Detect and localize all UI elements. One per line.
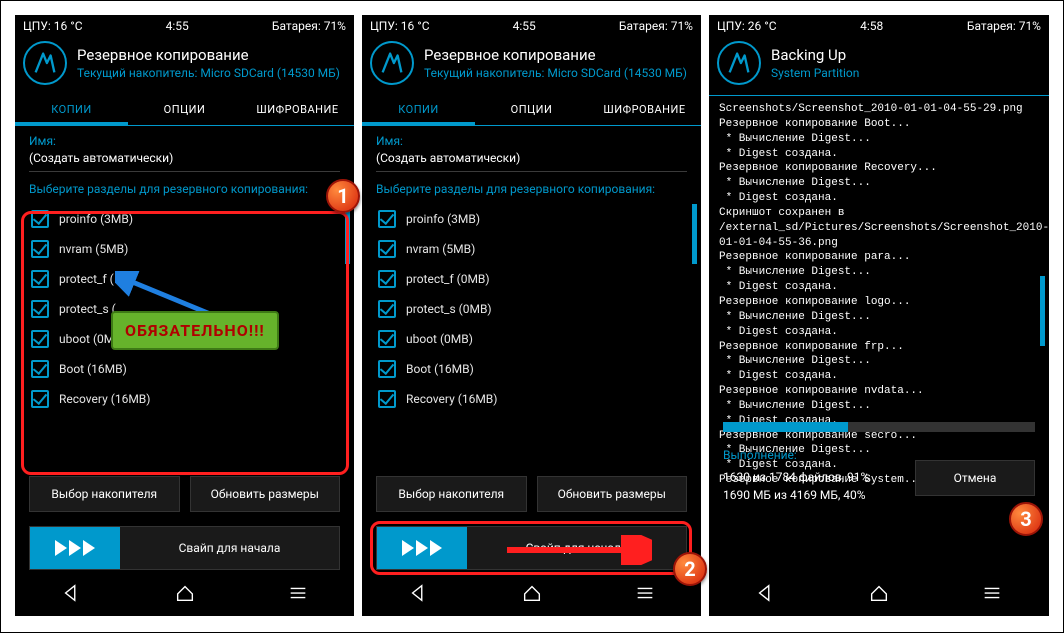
checkbox-icon[interactable]	[31, 300, 49, 318]
swipe-label: Свайп для начала	[120, 541, 339, 555]
name-label: Имя:	[29, 134, 340, 148]
annotation-marker-1: 1	[326, 179, 360, 213]
checkbox-icon[interactable]	[31, 330, 49, 348]
list-item[interactable]: Boot (16MB)	[29, 354, 340, 384]
refresh-sizes-button[interactable]: Обновить размеры	[537, 476, 688, 512]
name-label: Имя:	[376, 134, 687, 148]
page-title: Backing Up	[771, 46, 859, 64]
terminal-log[interactable]: Screenshots/Screenshot_2010-01-01-04-55-…	[709, 96, 1049, 416]
swipe-handle-icon[interactable]	[377, 527, 467, 569]
select-storage-button[interactable]: Выбор накопителя	[29, 476, 180, 512]
list-item[interactable]: uboot (0MB)	[376, 324, 687, 354]
partitions-title: Выберите разделы для резервного копирова…	[29, 182, 340, 196]
battery: Батарея: 71%	[619, 19, 693, 33]
home-icon[interactable]	[174, 582, 196, 604]
refresh-sizes-button[interactable]: Обновить размеры	[190, 476, 341, 512]
annotation-callout: ОБЯЗАТЕЛЬНО!!!	[111, 311, 279, 350]
back-icon[interactable]	[755, 582, 777, 604]
checkbox-icon[interactable]	[378, 270, 396, 288]
phone-2: ЦПУ: 16 °C 4:55 Батарея: 71% Резервное к…	[362, 15, 701, 616]
twrp-logo-icon	[370, 41, 414, 85]
partition-list[interactable]: proinfo (3MB) nvram (5MB) protect_f (0MB…	[376, 204, 687, 434]
checkbox-icon[interactable]	[378, 300, 396, 318]
recent-icon[interactable]	[634, 582, 656, 604]
tab-options[interactable]: ОПЦИИ	[128, 95, 241, 125]
list-item[interactable]: Recovery (16MB)	[29, 384, 340, 414]
checkbox-icon[interactable]	[31, 390, 49, 408]
tab-copies[interactable]: КОПИИ	[15, 95, 128, 125]
header: Резервное копирование Текущий накопитель…	[15, 35, 354, 95]
page-subtitle: System Partition	[771, 66, 859, 80]
battery: Батарея: 71%	[967, 19, 1041, 33]
name-field[interactable]: (Создать автоматически)	[376, 148, 687, 172]
tab-options[interactable]: ОПЦИИ	[475, 95, 588, 125]
checkbox-icon[interactable]	[31, 210, 49, 228]
partitions-title: Выберите разделы для резервного копирова…	[376, 182, 687, 196]
scrollbar-thumb[interactable]	[345, 204, 350, 264]
storage-subtitle: Текущий накопитель: Micro SDCard (14530 …	[424, 66, 687, 80]
progress-fill	[723, 422, 848, 432]
scrollbar-thumb[interactable]	[1040, 276, 1045, 346]
scrollbar-thumb[interactable]	[692, 204, 697, 264]
cpu-temp: ЦПУ: 16 °C	[370, 19, 430, 33]
phone-1: ЦПУ: 16 °C 4:55 Батарея: 71% Резервное к…	[15, 15, 354, 616]
checkbox-icon[interactable]	[31, 240, 49, 258]
twrp-logo-icon	[23, 41, 67, 85]
status-bar: ЦПУ: 16 °C 4:55 Батарея: 71%	[362, 15, 701, 35]
name-field[interactable]: (Создать автоматически)	[29, 148, 340, 172]
battery: Батарея: 71%	[272, 19, 346, 33]
list-item[interactable]: Boot (16MB)	[376, 354, 687, 384]
android-navbar	[362, 570, 701, 616]
progress-bar	[723, 422, 1035, 432]
back-icon[interactable]	[61, 582, 83, 604]
checkbox-icon[interactable]	[31, 360, 49, 378]
list-item[interactable]: protect_s (0MB)	[376, 294, 687, 324]
android-navbar	[15, 570, 354, 616]
status-bar: ЦПУ: 26 °C 4:58 Батарея: 71%	[709, 15, 1049, 35]
cancel-button[interactable]: Отмена	[915, 460, 1035, 496]
cpu-temp: ЦПУ: 26 °C	[717, 19, 777, 33]
tab-copies[interactable]: КОПИИ	[362, 95, 475, 125]
clock: 4:55	[166, 19, 189, 33]
list-item[interactable]: proinfo (3MB)	[29, 204, 340, 234]
checkbox-icon[interactable]	[378, 240, 396, 258]
page-title: Резервное копирование	[77, 46, 340, 64]
list-item[interactable]: Recovery (16MB)	[376, 384, 687, 414]
list-item[interactable]: nvram (5MB)	[376, 234, 687, 264]
checkbox-icon[interactable]	[378, 210, 396, 228]
phone-3: ЦПУ: 26 °C 4:58 Батарея: 71% Backing Up …	[709, 15, 1049, 616]
list-item[interactable]: protect_f (0MB)	[376, 264, 687, 294]
checkbox-icon[interactable]	[378, 390, 396, 408]
tab-encrypt[interactable]: ШИФРОВАНИЕ	[588, 95, 701, 125]
list-item[interactable]: nvram (5MB)	[29, 234, 340, 264]
tabs: КОПИИ ОПЦИИ ШИФРОВАНИЕ	[15, 95, 354, 126]
home-icon[interactable]	[521, 582, 543, 604]
list-item[interactable]: proinfo (3MB)	[376, 204, 687, 234]
twrp-logo-icon	[717, 41, 761, 85]
recent-icon[interactable]	[287, 582, 309, 604]
checkbox-icon[interactable]	[378, 330, 396, 348]
storage-subtitle: Текущий накопитель: Micro SDCard (14530 …	[77, 66, 340, 80]
page-title: Резервное копирование	[424, 46, 687, 64]
header: Резервное копирование Текущий накопитель…	[362, 35, 701, 95]
tabs: КОПИИ ОПЦИИ ШИФРОВАНИЕ	[362, 95, 701, 126]
recent-icon[interactable]	[981, 582, 1003, 604]
swipe-to-start[interactable]: Свайп для начала	[29, 526, 340, 570]
status-bar: ЦПУ: 16 °C 4:55 Батарея: 71%	[15, 15, 354, 35]
android-navbar	[709, 570, 1049, 616]
swipe-handle-icon[interactable]	[30, 527, 120, 569]
tab-encrypt[interactable]: ШИФРОВАНИЕ	[241, 95, 354, 125]
header: Backing Up System Partition	[709, 35, 1049, 95]
annotation-marker-3: 3	[1009, 502, 1043, 536]
back-icon[interactable]	[408, 582, 430, 604]
home-icon[interactable]	[868, 582, 890, 604]
checkbox-icon[interactable]	[378, 360, 396, 378]
clock: 4:55	[513, 19, 536, 33]
checkbox-icon[interactable]	[31, 270, 49, 288]
select-storage-button[interactable]: Выбор накопителя	[376, 476, 527, 512]
annotation-marker-2: 2	[673, 552, 707, 586]
annotation-arrow-red	[502, 535, 652, 565]
cpu-temp: ЦПУ: 16 °C	[23, 19, 83, 33]
clock: 4:58	[860, 19, 883, 33]
